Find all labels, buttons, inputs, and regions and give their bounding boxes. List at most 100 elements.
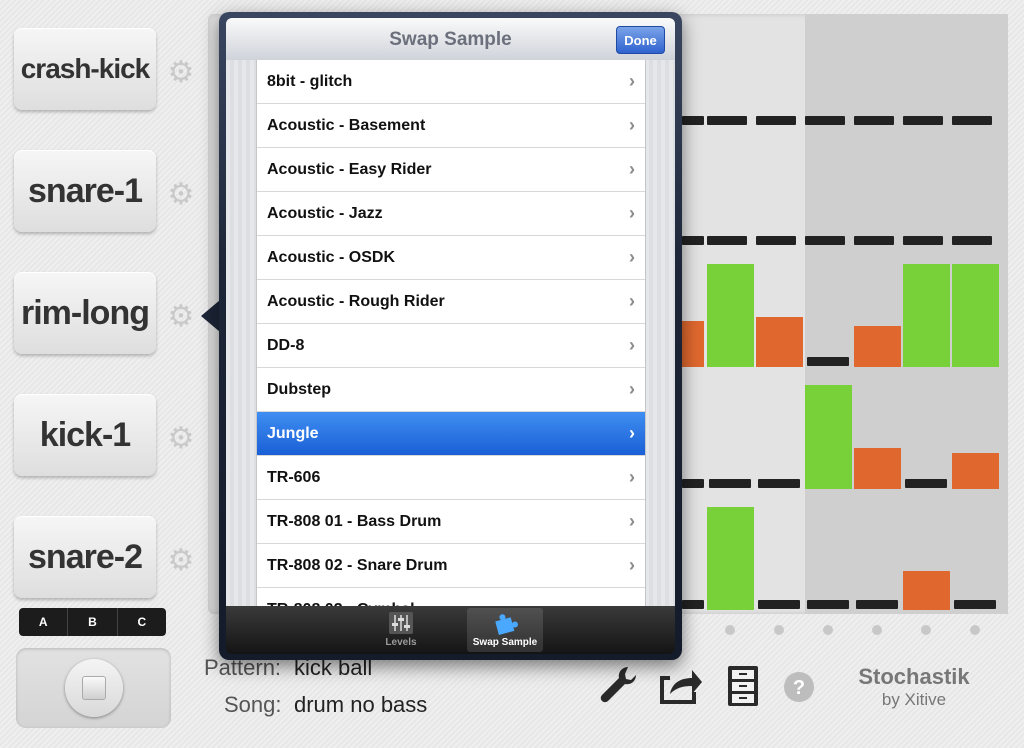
step-off[interactable] [807,600,849,609]
done-button[interactable]: Done [616,26,665,54]
sample-row-label: Acoustic - Jazz [267,204,383,222]
step-off[interactable] [903,116,943,125]
help-icon[interactable]: ? [783,671,815,703]
wrench-icon[interactable] [598,664,638,706]
chevron-right-icon: › [629,335,635,355]
popover-header: Swap Sample Done [226,18,675,60]
sample-row[interactable]: TR-808 01 - Bass Drum › [257,500,645,544]
step-bar[interactable] [903,571,950,610]
step-bar[interactable] [854,326,901,367]
step-off[interactable] [682,479,704,488]
sample-row[interactable]: Acoustic - Jazz › [257,192,645,236]
step-off[interactable] [707,116,747,125]
sample-row[interactable]: TR-808 03 - Cymbal› [257,588,645,606]
tab-swap-sample-label: Swap Sample [472,637,538,648]
track-button-snare-2[interactable]: snare-2 [14,516,156,598]
gear-icon[interactable]: ⚙ [166,546,196,576]
cabinet-icon[interactable] [726,664,760,708]
step-off[interactable] [707,236,747,245]
pattern-a-button[interactable]: A [19,608,69,636]
song-label: Song: [224,692,282,717]
step-off[interactable] [905,479,947,488]
sample-row[interactable]: DD-8 › [257,324,645,368]
step-off[interactable] [954,600,996,609]
tab-levels[interactable]: Levels [363,608,439,652]
step-bar[interactable] [952,453,999,489]
step-bar[interactable] [707,264,754,367]
step-off[interactable] [758,479,800,488]
step-off[interactable] [903,236,943,245]
sample-row[interactable]: Jungle › [257,412,645,456]
step-off[interactable] [756,116,796,125]
sample-row[interactable]: TR-808 02 - Snare Drum › [257,544,645,588]
step-off[interactable] [682,600,704,609]
brand-name: Stochastik [858,664,970,689]
gear-icon[interactable]: ⚙ [166,302,196,332]
sample-row[interactable]: Dubstep › [257,368,645,412]
gear-icon[interactable]: ⚙ [166,180,196,210]
sample-list-container[interactable]: 8bit - glitch › Acoustic - Basement › Acoust… [226,60,675,606]
sample-row-label: Acoustic - Easy Rider [267,160,432,178]
stop-square-icon [82,676,106,700]
step-off[interactable] [756,236,796,245]
track-button-kick-1[interactable]: kick-1 [14,394,156,476]
sample-row[interactable]: 8bit - glitch › [257,60,645,104]
step-bar[interactable] [805,385,852,489]
sample-row[interactable]: Acoustic - OSDK › [257,236,645,280]
chevron-right-icon: › [629,379,635,399]
brand: Stochastik by Xitive [852,664,976,710]
step-bar[interactable] [756,317,803,367]
step-bar[interactable] [682,321,704,367]
sample-row-label: TR-808 01 - Bass Drum [267,512,442,530]
pattern-b-button[interactable]: B [68,608,118,636]
step-off[interactable] [952,236,992,245]
sample-row[interactable]: Acoustic - Easy Rider › [257,148,645,192]
step-off[interactable] [854,116,894,125]
page-dot [725,625,735,635]
gear-icon[interactable]: ⚙ [166,424,196,454]
song-name[interactable]: drum no bass [294,692,427,718]
track-button-crash-kick[interactable]: crash-kick [14,28,156,110]
step-bar[interactable] [707,507,754,610]
puzzle-icon [495,614,518,635]
gear-icon[interactable]: ⚙ [166,58,196,88]
page-dot [970,625,980,635]
tab-levels-label: Levels [385,637,417,648]
step-off[interactable] [807,357,849,366]
step-off[interactable] [682,116,704,125]
chevron-right-icon: › [629,467,635,487]
step-off[interactable] [952,116,992,125]
sliders-icon [389,612,413,634]
step-off[interactable] [805,116,845,125]
sample-row-label: Jungle [267,424,319,442]
list-background-left [226,60,256,606]
step-bar[interactable] [952,264,999,367]
tab-swap-sample[interactable]: Swap Sample [467,608,543,652]
step-off[interactable] [854,236,894,245]
sample-row[interactable]: TR-606 › [257,456,645,500]
step-bar[interactable] [903,264,950,367]
step-off[interactable] [682,236,704,245]
share-icon[interactable] [656,664,704,706]
stop-button[interactable] [65,659,123,717]
page-dot [921,625,931,635]
page-dot [774,625,784,635]
sample-row-label: Dubstep [267,380,331,398]
pattern-c-button[interactable]: C [118,608,166,636]
step-off[interactable] [709,479,751,488]
chevron-right-icon: › [629,159,635,179]
step-bar[interactable] [854,448,901,489]
sample-row-label: TR-808 02 - Snare Drum [267,556,448,574]
sample-row-label: Acoustic - OSDK [267,248,396,266]
sample-row[interactable]: Acoustic - Rough Rider › [257,280,645,324]
step-off[interactable] [805,236,845,245]
sample-row[interactable]: Acoustic - Basement › [257,104,645,148]
step-off[interactable] [856,600,898,609]
sample-row-label: Acoustic - Rough Rider [267,292,445,310]
chevron-right-icon: › [629,71,635,91]
track-button-rim-long[interactable]: rim-long [14,272,156,354]
track-button-snare-1[interactable]: snare-1 [14,150,156,232]
step-off[interactable] [758,600,800,609]
chevron-right-icon: › [629,203,635,223]
chevron-right-icon: › [629,115,635,135]
